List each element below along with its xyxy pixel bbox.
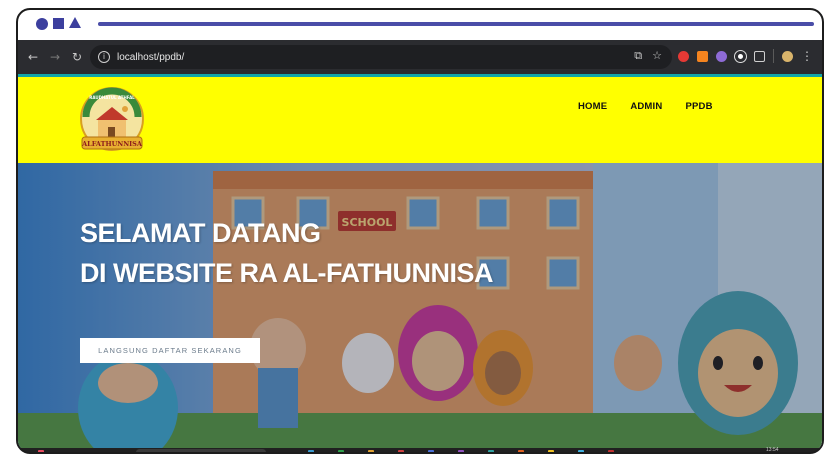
nav-ppdb-link[interactable]: PPDB [685, 101, 712, 112]
extensions-area: ⋮ [678, 49, 813, 63]
logo-arc-text: RAUDHATUL ATHFAL [89, 95, 135, 100]
hero-overlay [18, 163, 822, 448]
taskbar-app-icon[interactable] [518, 450, 524, 452]
translate-icon[interactable]: ⧉ [634, 49, 642, 63]
reload-icon[interactable]: ↻ [68, 48, 86, 66]
os-taskbar: 13:54 [18, 447, 822, 452]
taskbar-app-icon[interactable] [428, 450, 434, 452]
triangle-icon [69, 17, 81, 28]
frame-top-bar [18, 10, 822, 40]
page-scrollbar[interactable] [822, 74, 824, 448]
taskbar-app-icon[interactable] [338, 450, 344, 452]
bookmark-star-icon[interactable]: ☆ [652, 49, 662, 63]
scroll-thumb[interactable] [823, 88, 824, 168]
forward-icon[interactable]: → [46, 48, 64, 66]
taskbar-app-icon[interactable] [548, 450, 554, 452]
address-bar[interactable]: i localhost/ppdb/ ⧉ ☆ [90, 45, 672, 69]
site-info-icon[interactable]: i [98, 51, 110, 63]
taskbar-app-icon[interactable] [458, 450, 464, 452]
taskbar-app-icon[interactable] [488, 450, 494, 452]
nav-home-link[interactable]: HOME [578, 101, 607, 112]
taskbar-app-icon[interactable] [308, 450, 314, 452]
school-logo[interactable]: ALFATHUNNISA RAUDHATUL ATHFAL [78, 85, 146, 155]
frame-title-bar [98, 22, 814, 26]
start-icon[interactable] [38, 450, 44, 452]
screen-frame: ← → ↻ i localhost/ppdb/ ⧉ ☆ ⋮ ALFATHUNNI… [16, 8, 824, 454]
menu-kebab-icon[interactable]: ⋮ [801, 49, 813, 63]
taskbar-clock[interactable]: 13:54 [766, 447, 779, 452]
extensions-puzzle-icon[interactable] [754, 50, 765, 62]
profile-avatar-icon[interactable] [782, 50, 793, 62]
hero-title-line1: SELAMAT DATANG [80, 218, 321, 248]
taskbar-app-icon[interactable] [368, 450, 374, 452]
circle-icon [36, 18, 48, 30]
url-text[interactable]: localhost/ppdb/ [117, 52, 184, 63]
hero-title-line2: DI WEBSITE RA AL-FATHUNNISA [80, 258, 493, 288]
taskbar-app-icon[interactable] [578, 450, 584, 452]
extension-metamask-icon[interactable] [697, 50, 708, 62]
main-nav: HOME ADMIN PPDB [578, 101, 713, 112]
extension-circle-icon[interactable] [734, 49, 747, 63]
taskbar-app-icon[interactable] [608, 450, 614, 452]
back-icon[interactable]: ← [24, 48, 42, 66]
register-now-button[interactable]: LANGSUNG DAFTAR SEKARANG [80, 338, 260, 363]
taskbar-app-icon[interactable] [398, 450, 404, 452]
extension-purple-icon[interactable] [716, 50, 727, 62]
taskbar-search[interactable] [136, 449, 266, 452]
logo-text: ALFATHUNNISA [81, 140, 143, 148]
hero-banner: SCHOOL SELAMAT DATANG DI WEBSITE RA AL-F… [18, 163, 822, 448]
browser-toolbar: ← → ↻ i localhost/ppdb/ ⧉ ☆ ⋮ [18, 40, 822, 74]
page-viewport: ALFATHUNNISA RAUDHATUL ATHFAL HOME ADMIN… [18, 74, 822, 448]
toolbar-divider [773, 49, 774, 63]
square-icon [53, 18, 64, 29]
site-header: ALFATHUNNISA RAUDHATUL ATHFAL HOME ADMIN… [18, 77, 822, 163]
nav-admin-link[interactable]: ADMIN [630, 101, 662, 112]
extension-red-icon[interactable] [678, 50, 689, 62]
